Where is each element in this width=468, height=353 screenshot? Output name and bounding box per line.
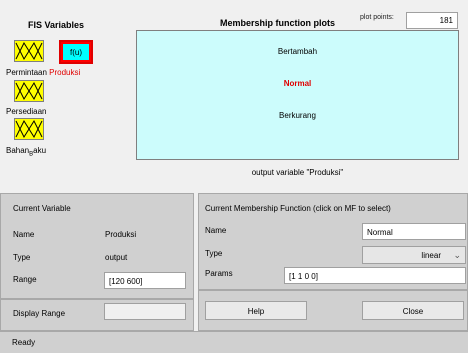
mf-plot-area[interactable]: Bertambah Normal Berkurang	[136, 30, 459, 160]
status-bar: Ready	[0, 331, 468, 353]
mf-name-label: Name	[205, 226, 227, 235]
range-input[interactable]: [120 600]	[104, 272, 186, 289]
input-permintaan-box[interactable]	[14, 40, 44, 62]
mf-params-label: Params	[205, 269, 233, 278]
help-button[interactable]: Help	[205, 301, 307, 320]
input-mf-icon	[15, 81, 43, 101]
close-button[interactable]: Close	[362, 301, 464, 320]
input-bahan-baku-label: BahanBaku	[6, 146, 46, 158]
variable-type-value: output	[105, 253, 128, 262]
output-produksi-box[interactable]: f(u)	[59, 40, 93, 64]
display-range-label: Display Range	[13, 309, 66, 318]
display-range-input	[104, 303, 186, 320]
mf-type-value: linear	[421, 251, 441, 260]
variable-type-label: Type	[13, 253, 31, 262]
input-persediaan-label: Persediaan	[6, 107, 47, 116]
mf-name-input[interactable]: Normal	[362, 223, 466, 240]
mf-label-bertambah[interactable]: Bertambah	[137, 47, 458, 56]
variable-name-label: Name	[13, 230, 35, 239]
current-variable-title: Current Variable	[13, 204, 71, 213]
chevron-down-icon: ⌄	[453, 250, 461, 260]
input-persediaan-box[interactable]	[14, 80, 44, 102]
status-text: Ready	[12, 338, 36, 347]
bahan-suffix: aku	[33, 146, 47, 155]
current-mf-title: Current Membership Function (click on MF…	[205, 204, 391, 213]
output-function-label: f(u)	[63, 44, 89, 60]
output-produksi-name: Produksi	[49, 68, 81, 77]
input-bahan-baku-box[interactable]	[14, 118, 44, 140]
input-mf-icon	[15, 41, 43, 61]
mf-label-normal[interactable]: Normal	[137, 79, 458, 88]
range-label: Range	[13, 275, 37, 284]
fis-editor-top: FIS Variables f(u) Permintaan Produksi P…	[0, 0, 468, 193]
mf-plots-title: Membership function plots	[220, 18, 336, 28]
plot-points-label: plot points:	[360, 14, 394, 21]
fis-variables-title: FIS Variables	[28, 20, 85, 30]
mf-label-berkurang[interactable]: Berkurang	[137, 111, 458, 120]
plot-caption: output variable "Produksi"	[251, 168, 344, 177]
input-permintaan-name: Permintaan	[6, 68, 47, 77]
mf-type-label: Type	[205, 249, 223, 258]
bahan-text: Bahan	[6, 146, 30, 155]
mf-type-select[interactable]: linear ⌄	[362, 246, 466, 264]
mf-params-input[interactable]: [1 1 0 0]	[284, 267, 466, 284]
input-permintaan-label: Permintaan Produksi	[6, 68, 80, 77]
variable-name-value: Produksi	[105, 230, 137, 239]
plot-points-input[interactable]: 181	[406, 12, 458, 29]
input-mf-icon	[15, 119, 43, 139]
